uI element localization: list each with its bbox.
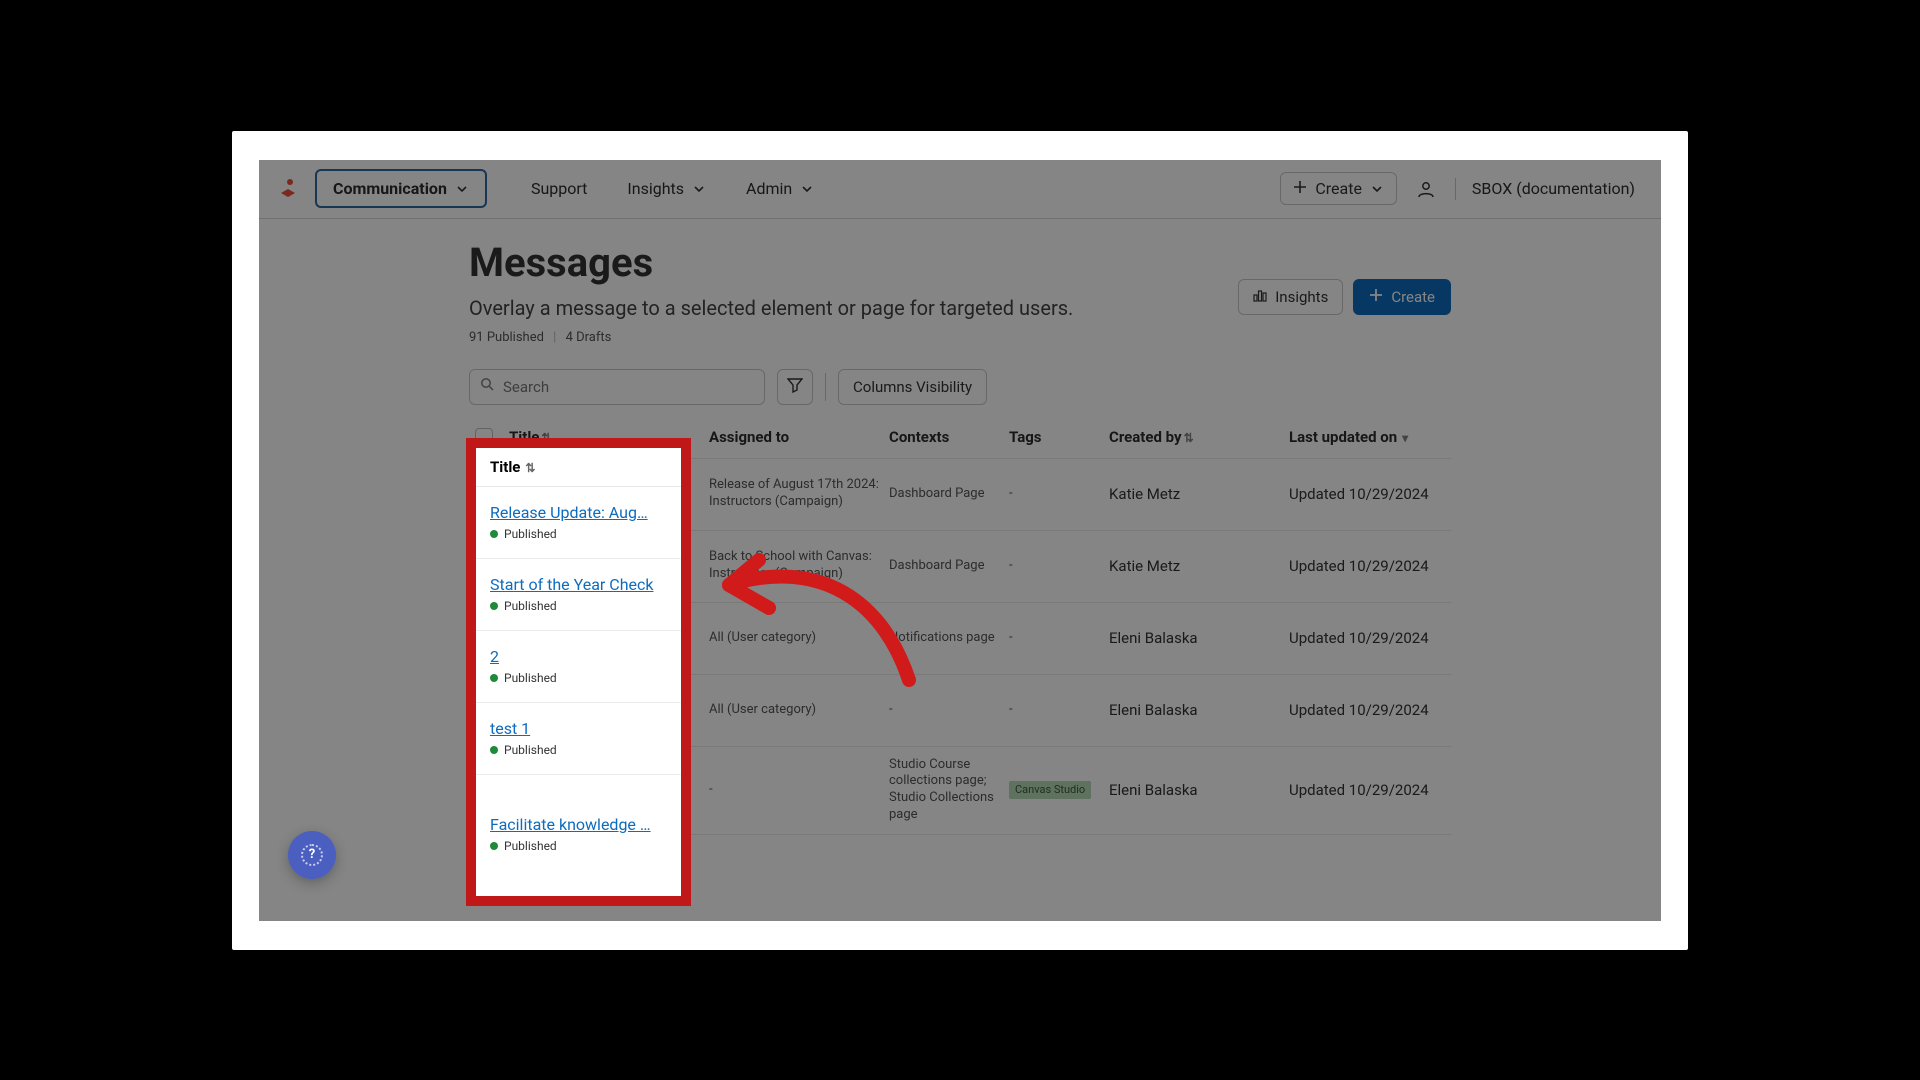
nav-communication-label: Communication — [333, 179, 447, 198]
environment-label[interactable]: SBOX (documentation) — [1464, 179, 1643, 198]
hl-title-cell: Facilitate knowledge … Published — [476, 775, 681, 893]
nav-create-label: Create — [1315, 179, 1362, 198]
status-dot-icon — [490, 746, 498, 754]
select-all-checkbox[interactable] — [475, 428, 493, 446]
insights-button[interactable]: Insights — [1238, 279, 1343, 315]
message-title-link[interactable]: Start of the Year Check — [490, 575, 665, 594]
nav-support[interactable]: Support — [515, 171, 603, 206]
sort-icon: ⇅ — [522, 461, 535, 475]
nav-support-label: Support — [531, 179, 587, 198]
hl-title-cell: Release Update: Aug… Published — [476, 487, 681, 559]
hl-title-cell: Start of the Year Check Published — [476, 559, 681, 631]
nav-communication[interactable]: Communication — [315, 169, 487, 208]
status-badge: Published — [490, 839, 667, 853]
cell-tags: - — [1009, 630, 1013, 645]
chevron-down-icon — [1370, 182, 1384, 196]
search-placeholder: Search — [503, 378, 549, 396]
cell-updated: Updated 10/29/2024 — [1289, 485, 1489, 503]
cell-tags: - — [1009, 702, 1013, 717]
filter-button[interactable] — [777, 369, 813, 405]
insights-button-label: Insights — [1275, 288, 1328, 306]
hl-title-cell: 2 Published — [476, 631, 681, 703]
status-dot-icon — [490, 842, 498, 850]
search-input[interactable]: Search — [469, 369, 765, 405]
cell-created-by: Eleni Balaska — [1109, 629, 1289, 647]
cell-assigned-to: All (User category) — [709, 702, 889, 719]
create-button[interactable]: Create — [1353, 279, 1451, 315]
cell-contexts: - — [889, 702, 1009, 719]
message-title-link[interactable]: Facilitate knowledge … — [490, 815, 665, 834]
toolbar: Search Columns Visibility — [469, 369, 1451, 405]
divider — [1455, 178, 1456, 200]
col-assigned-to[interactable]: Assigned to — [709, 428, 889, 446]
col-tags[interactable]: Tags — [1009, 428, 1109, 446]
nav-create-button[interactable]: Create — [1280, 172, 1397, 205]
cell-updated: Updated 10/29/2024 — [1289, 557, 1489, 575]
annotation-highlight-content: Title ⇅ Release Update: Aug… Published S… — [476, 448, 681, 896]
help-icon: ? — [301, 844, 323, 866]
cell-assigned-to: - — [709, 782, 889, 799]
sort-icon: ⇅ — [1184, 431, 1194, 445]
page-stats: 91 Published | 4 Drafts — [469, 330, 1451, 345]
status-dot-icon — [490, 602, 498, 610]
message-title-link[interactable]: test 1 — [490, 719, 665, 738]
cell-updated: Updated 10/29/2024 — [1289, 781, 1489, 799]
cell-assigned-to: Back to School with Canvas: Instructors … — [709, 549, 889, 583]
user-icon[interactable] — [1415, 178, 1437, 200]
top-nav: Communication Support Insights Admin — [259, 160, 1661, 219]
cell-contexts: Dashboard Page — [889, 486, 1009, 503]
nav-admin[interactable]: Admin — [730, 171, 830, 206]
filter-icon — [787, 377, 803, 397]
tag-pill: Canvas Studio — [1009, 781, 1091, 799]
search-icon — [480, 377, 495, 396]
status-dot-icon — [490, 674, 498, 682]
cell-created-by: Katie Metz — [1109, 485, 1289, 503]
status-badge: Published — [490, 671, 667, 685]
cell-assigned-to: All (User category) — [709, 630, 889, 647]
status-badge: Published — [490, 527, 667, 541]
col-last-updated[interactable]: Last updated on ▾ — [1289, 428, 1489, 446]
message-title-link[interactable]: Release Update: Aug… — [490, 503, 665, 522]
nav-admin-label: Admin — [746, 179, 792, 198]
cell-contexts: Studio Course collections page; Studio C… — [889, 757, 1009, 825]
status-badge: Published — [490, 743, 667, 757]
col-created-by[interactable]: Created by⇅ — [1109, 428, 1289, 446]
nav-insights-label: Insights — [627, 179, 684, 198]
columns-visibility-label: Columns Visibility — [853, 378, 972, 396]
cell-contexts: Notifications page — [889, 630, 1009, 647]
cell-created-by: Katie Metz — [1109, 557, 1289, 575]
chevron-down-icon — [800, 182, 814, 196]
cell-tags: - — [1009, 558, 1013, 573]
chevron-down-icon — [455, 182, 469, 196]
nav-insights[interactable]: Insights — [611, 171, 722, 206]
hl-title-cell: test 1 Published — [476, 703, 681, 775]
content-area: Messages Insights Create Overlay a messa… — [259, 219, 1661, 836]
hl-col-title[interactable]: Title ⇅ — [476, 448, 681, 487]
plus-icon — [1369, 288, 1383, 306]
published-count: 91 Published — [469, 330, 544, 345]
status-badge: Published — [490, 599, 667, 613]
bar-chart-icon — [1253, 288, 1267, 306]
cell-updated: Updated 10/29/2024 — [1289, 701, 1489, 719]
cell-contexts: Dashboard Page — [889, 558, 1009, 575]
cell-updated: Updated 10/29/2024 — [1289, 629, 1489, 647]
divider — [825, 373, 826, 401]
col-contexts[interactable]: Contexts — [889, 428, 1009, 446]
cell-created-by: Eleni Balaska — [1109, 781, 1289, 799]
col-title[interactable]: Title⇅ — [509, 428, 709, 446]
drafts-count: 4 Drafts — [566, 330, 612, 345]
sort-icon: ⇅ — [541, 431, 551, 445]
create-button-label: Create — [1391, 288, 1435, 306]
help-fab[interactable]: ? — [288, 831, 336, 879]
cell-created-by: Eleni Balaska — [1109, 701, 1289, 719]
chevron-down-icon — [692, 182, 706, 196]
sort-desc-icon: ▾ — [1399, 431, 1408, 445]
cell-tags: - — [1009, 486, 1013, 501]
status-dot-icon — [490, 530, 498, 538]
columns-visibility-button[interactable]: Columns Visibility — [838, 369, 987, 405]
cell-assigned-to: Release of August 17th 2024: Instructors… — [709, 477, 889, 511]
plus-icon — [1293, 179, 1307, 198]
message-title-link[interactable]: 2 — [490, 647, 665, 666]
brand-logo-icon — [277, 178, 299, 200]
